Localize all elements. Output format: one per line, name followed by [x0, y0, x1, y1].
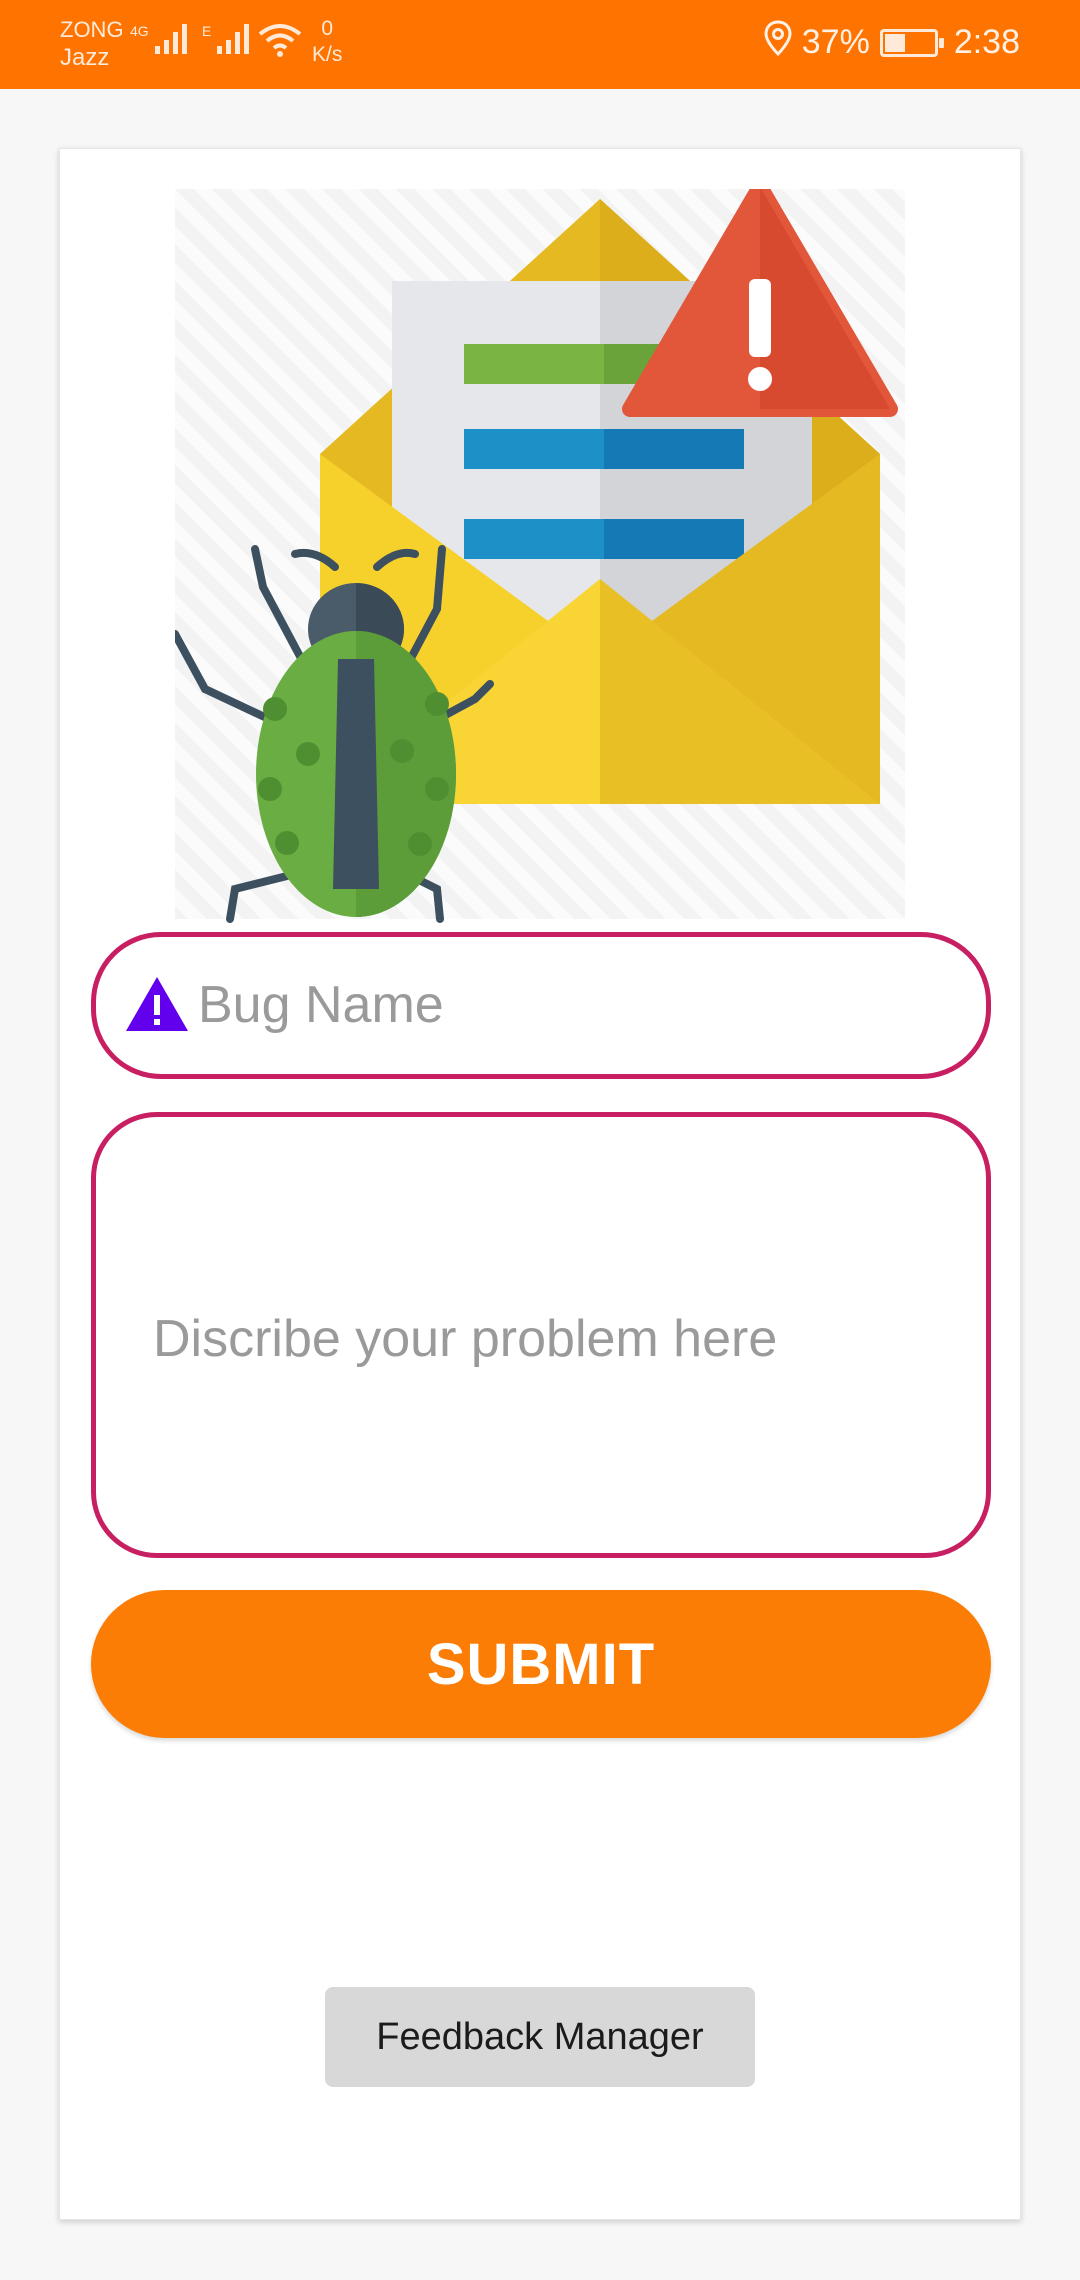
bug-report-card: SUBMIT Feedback Manager: [59, 148, 1021, 2220]
network-speed: 0 K/s: [312, 17, 343, 66]
bug-name-field[interactable]: [91, 932, 991, 1079]
status-bar: ZONG Jazz 4G E 0 K/s 37% 2:38: [0, 0, 1080, 89]
status-right: 37% 2:38: [764, 20, 1020, 65]
submit-button[interactable]: SUBMIT: [91, 1590, 991, 1738]
location-icon: [764, 20, 792, 65]
wifi-icon: [258, 22, 302, 63]
clock: 2:38: [953, 23, 1020, 61]
battery-icon: [879, 28, 944, 57]
signal-icon: 4G: [130, 24, 187, 54]
description-input[interactable]: [151, 1307, 951, 1387]
carrier-label: ZONG Jazz: [60, 16, 124, 72]
carrier-secondary: Jazz: [60, 44, 110, 71]
warning-icon: [126, 977, 188, 1031]
bug-name-input[interactable]: [196, 955, 966, 1055]
battery-percent: 37%: [801, 23, 870, 61]
signal-icon-secondary: E: [202, 24, 250, 54]
carrier-primary: ZONG: [60, 17, 124, 42]
description-field[interactable]: [91, 1112, 991, 1558]
feedback-manager-button[interactable]: Feedback Manager: [325, 1987, 755, 2087]
